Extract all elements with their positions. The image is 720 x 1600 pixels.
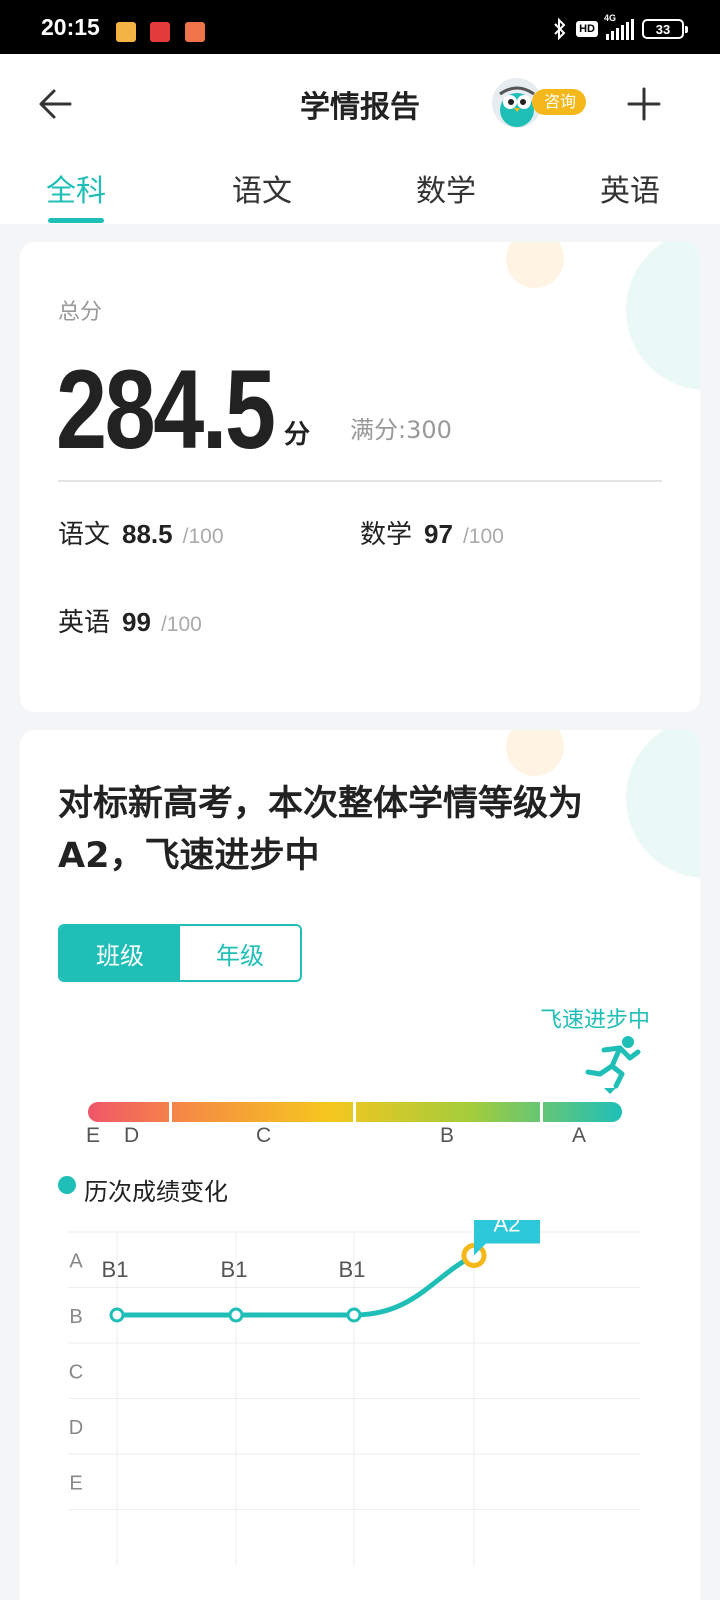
tab-math[interactable]: 数学 (416, 166, 476, 210)
page-title: 学情报告 (300, 90, 420, 125)
plus-icon[interactable] (624, 84, 664, 124)
decor-circle (626, 242, 700, 390)
score-unit: 分 (284, 420, 311, 450)
level-card: 对标新高考，本次整体学情等级为A2，飞速进步中 班级 年级 飞速进步中 E D … (20, 730, 700, 1600)
status-time: 20:15 (41, 14, 100, 40)
tab-all[interactable]: 全科 (46, 166, 106, 210)
data-point (109, 1307, 125, 1323)
toggle-grade[interactable]: 年级 (180, 926, 300, 980)
y-axis-label: D (69, 1417, 83, 1439)
bluetooth-icon (554, 18, 566, 40)
score-card: 总分 284.5 分 满分:300 语文 88.5/100 数学 97/100 英语… (20, 242, 700, 712)
grade-label-d: D (124, 1124, 140, 1147)
tab-chinese[interactable]: 语文 (232, 166, 292, 210)
y-axis-label: A (69, 1251, 83, 1273)
scope-toggle: 班级 年级 (58, 924, 302, 982)
legend-dot (58, 1176, 76, 1194)
tab-english[interactable]: 英语 (600, 166, 660, 210)
y-axis-label: B (69, 1306, 82, 1328)
consult-button[interactable]: 咨询 (492, 78, 592, 132)
runner-icon (585, 1036, 641, 1094)
progress-label: 飞速进步中 (540, 1008, 651, 1033)
shop-notification-icon (185, 22, 205, 42)
level-headline: 对标新高考，本次整体学情等级为A2，飞速进步中 (58, 784, 584, 876)
grade-label-e: E (86, 1124, 101, 1147)
data-point (228, 1307, 244, 1323)
full-score: 满分:300 (350, 416, 452, 444)
grade-label-b: B (440, 1124, 455, 1147)
grade-label-a: A (572, 1124, 587, 1147)
series-line (114, 1253, 477, 1318)
subject-score-chinese: 语文 88.5/100 (58, 519, 224, 550)
data-label: B1 (339, 1257, 366, 1282)
subject-tabs: 全科 语文 数学 英语 (0, 166, 720, 224)
grade-label-c: C (256, 1124, 272, 1147)
battery-icon: 33 (642, 19, 688, 39)
data-label: B1 (221, 1257, 248, 1282)
hd-icon: HD (576, 21, 598, 37)
decor-circle (506, 730, 564, 776)
subject-score-english: 英语 99/100 (58, 607, 202, 638)
signal-icon: 4G (604, 13, 634, 40)
data-point (346, 1307, 362, 1323)
toggle-class[interactable]: 班级 (60, 926, 180, 980)
y-axis-label: E (69, 1473, 82, 1495)
subject-score-math: 数学 97/100 (360, 519, 504, 550)
message-notification-icon (116, 22, 136, 42)
y-axis-label: C (69, 1362, 83, 1384)
music-notification-icon (150, 22, 170, 42)
data-label: B1 (102, 1257, 129, 1282)
active-tab-indicator (48, 218, 104, 223)
legend-label: 历次成绩变化 (84, 1178, 228, 1206)
app-header: 学情报告 咨询 全科 语文 数学 英语 (0, 54, 720, 224)
divider (58, 480, 662, 482)
history-line-chart: A B C D E B1 B1 B1 A2 (68, 1220, 640, 1565)
total-label: 总分 (58, 300, 103, 325)
status-bar: 20:15 HD 4G 33 (0, 0, 720, 54)
consult-badge: 咨询 (532, 89, 587, 115)
data-label: A2 (494, 1220, 521, 1237)
decor-circle (506, 242, 564, 288)
total-score: 284.5 (56, 347, 276, 472)
grade-scale-bar (88, 1102, 622, 1122)
